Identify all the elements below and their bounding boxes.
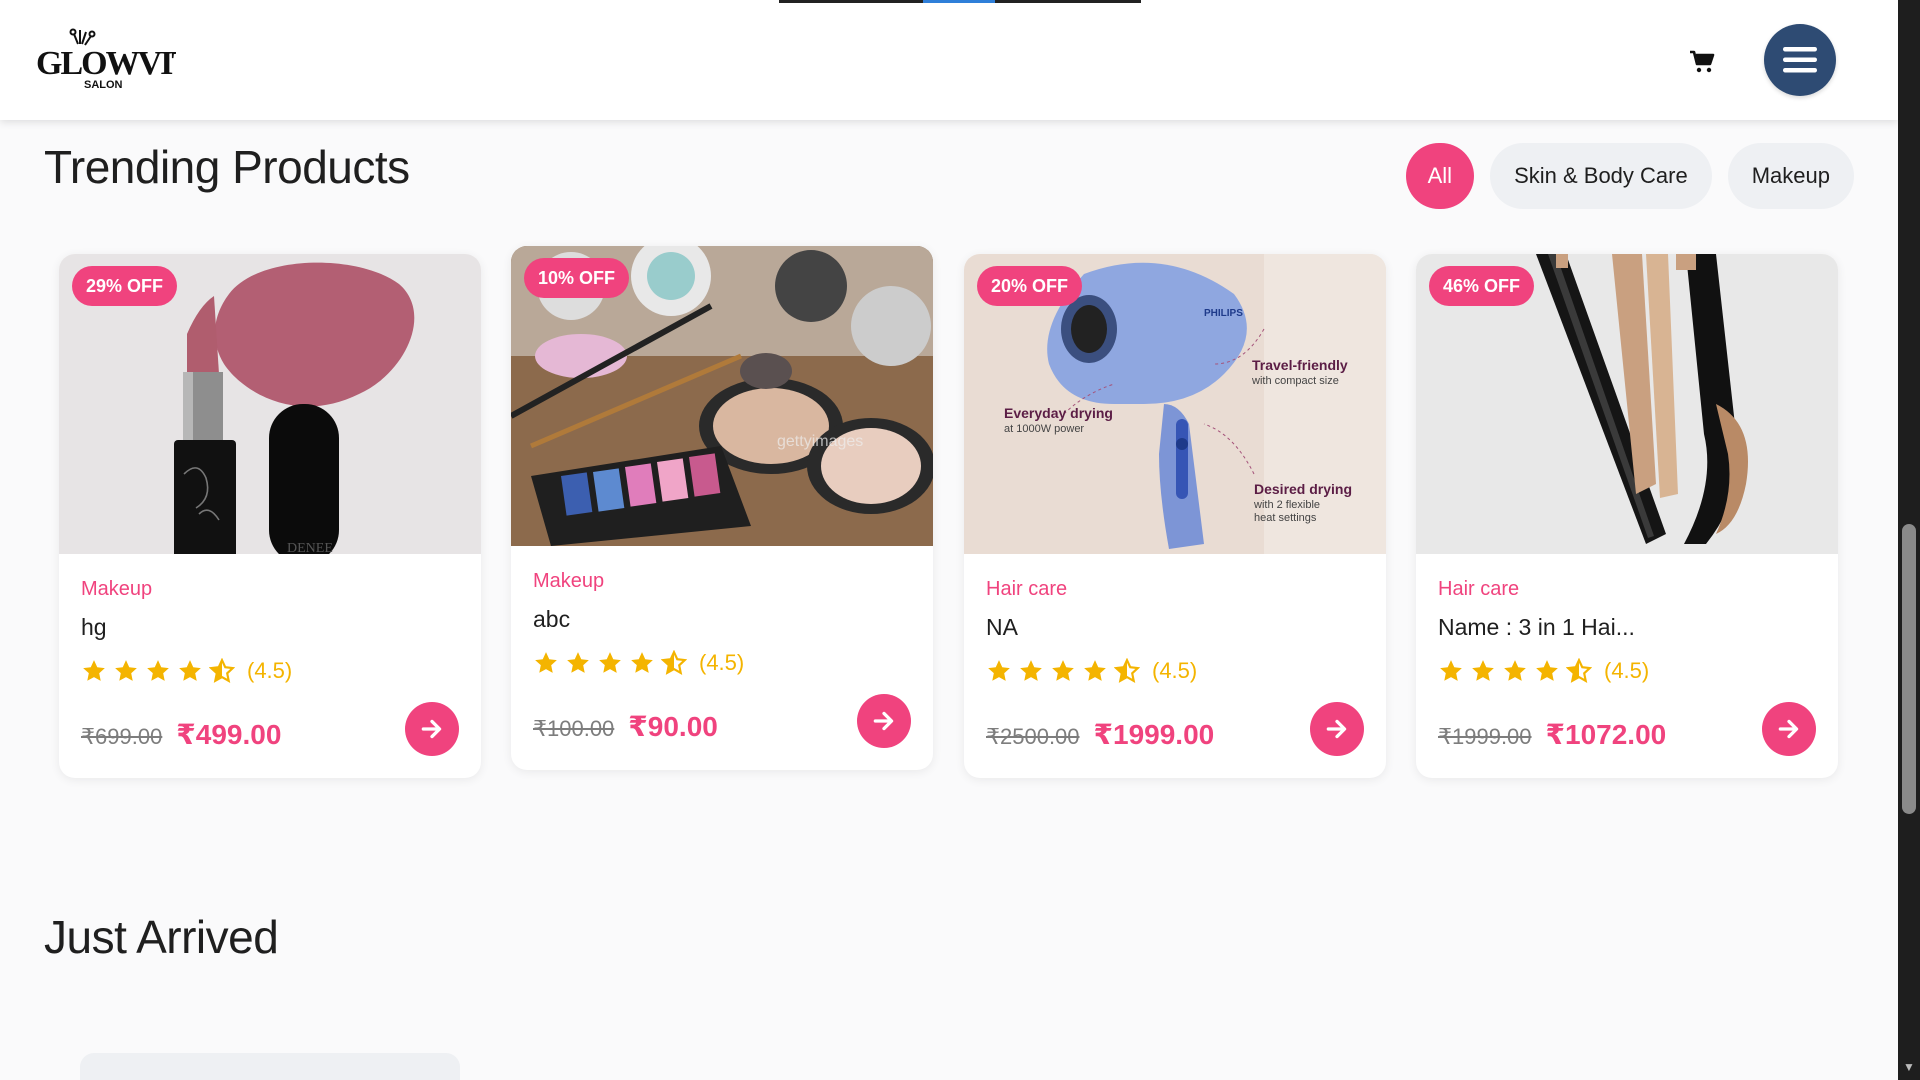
rating-value: (4.5) (247, 658, 293, 683)
svg-text:Desired drying: Desired drying (1254, 481, 1352, 497)
star-full-icon (1472, 660, 1494, 681)
star-full-icon (567, 652, 589, 673)
view-product-button[interactable] (1762, 702, 1816, 756)
filter-makeup[interactable]: Makeup (1727, 143, 1854, 209)
product-card[interactable]: DENEE 29% OFF Makeup hg (4.5) ₹699.00 ₹4… (59, 254, 481, 778)
star-full-icon (1440, 660, 1462, 681)
svg-text:with compact size: with compact size (1251, 375, 1339, 387)
star-half-icon (661, 650, 687, 675)
star-full-icon (1504, 660, 1526, 681)
arrow-right-icon (1778, 719, 1799, 739)
star-full-icon (115, 660, 137, 681)
just-arrived-title: Just Arrived (44, 911, 279, 963)
cart-button[interactable] (1686, 46, 1718, 78)
star-full-icon (535, 652, 557, 673)
view-product-button[interactable] (857, 694, 911, 748)
sale-price: ₹1999.00 (1093, 719, 1215, 750)
discount-badge: 29% OFF (72, 266, 178, 306)
scrollbar-thumb[interactable] (1902, 524, 1916, 814)
star-full-icon (1536, 660, 1558, 681)
sale-price: ₹499.00 (176, 719, 282, 750)
filter-skin-body-care[interactable]: Skin & Body Care (1490, 143, 1712, 209)
category-filters: All Skin & Body Care Makeup (1405, 143, 1854, 209)
original-price: ₹2500.00 (986, 724, 1080, 749)
hamburger-icon (1783, 47, 1817, 73)
rating-value: (4.5) (1152, 658, 1198, 683)
top-progress-indicator (923, 0, 995, 3)
star-full-icon (1052, 660, 1074, 681)
svg-text:heat settings: heat settings (1254, 512, 1317, 524)
star-full-icon (83, 660, 105, 681)
star-full-icon (147, 660, 169, 681)
svg-text:GLOWVITA: GLOWVITA (36, 45, 176, 82)
arrow-right-icon (1326, 719, 1347, 739)
product-category: Makeup (533, 570, 605, 592)
star-half-icon (1566, 658, 1592, 683)
view-product-button[interactable] (405, 702, 459, 756)
product-card[interactable]: PHILIPS Travel-friendly with compact siz… (964, 254, 1386, 778)
site-header: GLOWVITA SALON (0, 0, 1898, 120)
page: GLOWVITA SALON Trending Products All Ski… (0, 0, 1898, 1080)
product-category: Hair care (1438, 578, 1520, 600)
trending-title: Trending Products (44, 141, 410, 193)
product-name[interactable]: abc (533, 606, 570, 633)
star-full-icon (1020, 660, 1042, 681)
discount-badge: 20% OFF (977, 266, 1083, 306)
product-card[interactable]: 46% OFF Hair care Name : 3 in 1 Hai... (… (1416, 254, 1838, 778)
rating-value: (4.5) (1604, 658, 1650, 683)
logo-mark-icon: GLOWVITA SALON (36, 28, 217, 91)
star-full-icon (179, 660, 201, 681)
product-rating: (4.5) (986, 658, 1197, 684)
svg-text:Everyday drying: Everyday drying (1004, 405, 1113, 421)
star-full-icon (1084, 660, 1106, 681)
cart-icon (1690, 50, 1715, 73)
star-half-icon (209, 658, 235, 683)
svg-text:Travel-friendly: Travel-friendly (1252, 357, 1348, 373)
rating-value: (4.5) (699, 650, 745, 675)
svg-text:SALON: SALON (84, 79, 123, 91)
product-category: Makeup (81, 578, 153, 600)
svg-text:at 1000W power: at 1000W power (1004, 423, 1084, 435)
svg-text:gettyimages: gettyimages (777, 433, 863, 450)
menu-button[interactable] (1764, 24, 1836, 96)
arrived-product-card[interactable] (80, 1053, 460, 1080)
product-prices: ₹1999.00 ₹1072.00 (1438, 718, 1666, 751)
product-rating: (4.5) (1438, 658, 1649, 684)
product-name[interactable]: NA (986, 614, 1018, 641)
product-prices: ₹699.00 ₹499.00 (81, 718, 281, 751)
view-product-button[interactable] (1310, 702, 1364, 756)
product-name[interactable]: Name : 3 in 1 Hai... (1438, 614, 1635, 641)
product-prices: ₹2500.00 ₹1999.00 (986, 718, 1214, 751)
arrow-right-icon (421, 719, 442, 739)
svg-text:PHILIPS: PHILIPS (1204, 308, 1243, 319)
original-price: ₹699.00 (81, 724, 163, 749)
star-full-icon (599, 652, 621, 673)
sale-price: ₹1072.00 (1545, 719, 1667, 750)
product-category: Hair care (986, 578, 1068, 600)
original-price: ₹1999.00 (1438, 724, 1532, 749)
original-price: ₹100.00 (533, 716, 615, 741)
product-rating: (4.5) (533, 650, 744, 676)
discount-badge: 46% OFF (1429, 266, 1535, 306)
product-prices: ₹100.00 ₹90.00 (533, 710, 718, 743)
discount-badge: 10% OFF (524, 258, 630, 298)
star-full-icon (631, 652, 653, 673)
glowvita-logo[interactable]: GLOWVITA SALON (36, 26, 217, 96)
product-name[interactable]: hg (81, 614, 107, 641)
product-card[interactable]: gettyimages 10% OFF Makeup abc (4.5) ₹10… (511, 246, 933, 770)
product-rating: (4.5) (81, 658, 292, 684)
filter-all[interactable]: All (1405, 143, 1475, 209)
scroll-down-arrow-icon[interactable]: ▼ (1902, 1060, 1916, 1074)
svg-text:DENEE: DENEE (287, 541, 333, 554)
arrow-right-icon (873, 711, 894, 731)
sale-price: ₹90.00 (628, 711, 718, 742)
star-half-icon (1114, 658, 1140, 683)
svg-text:with 2 flexible: with 2 flexible (1253, 499, 1320, 511)
star-full-icon (988, 660, 1010, 681)
